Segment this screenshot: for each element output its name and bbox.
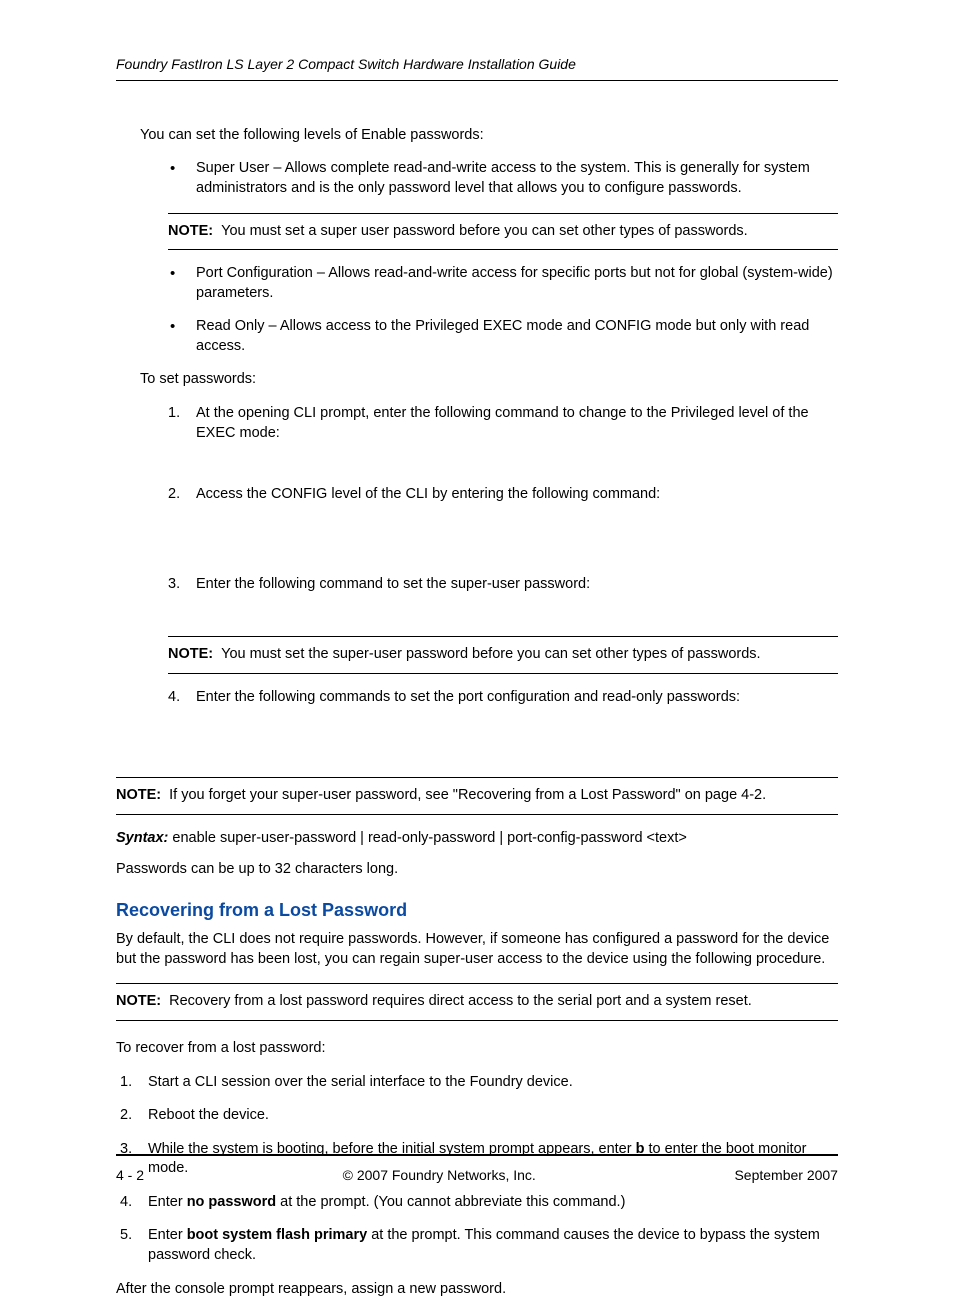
note-box: NOTE: If you forget your super-user passw… xyxy=(116,777,838,815)
to-recover-label: To recover from a lost password: xyxy=(116,1039,838,1059)
header-title: Foundry FastIron LS Layer 2 Compact Swit… xyxy=(116,56,576,72)
step-item: Start a CLI session over the serial inte… xyxy=(120,1073,838,1093)
step-item: Enter the following command to set the s… xyxy=(168,575,838,674)
list-item: Read Only – Allows access to the Privile… xyxy=(168,317,838,356)
intro-paragraph: You can set the following levels of Enab… xyxy=(140,126,838,146)
syntax-line: Syntax:enable super-user-password | read… xyxy=(116,829,838,849)
list-item: Port Configuration – Allows read-and-wri… xyxy=(168,264,838,303)
step-text: Enter xyxy=(148,1194,187,1210)
pw-length: Passwords can be up to 32 characters lon… xyxy=(116,860,838,880)
step-item: At the opening CLI prompt, enter the fol… xyxy=(168,404,838,471)
list-item: Super User – Allows complete read-and-wr… xyxy=(168,159,838,198)
section2-intro: By default, the CLI does not require pas… xyxy=(116,930,838,969)
note-label: NOTE: xyxy=(116,787,161,803)
note-box: NOTE: You must set the super-user passwor… xyxy=(168,636,838,674)
step-item: Enter the following commands to set the … xyxy=(168,688,838,764)
after-paragraph: After the console prompt reappears, assi… xyxy=(116,1280,838,1299)
running-header: Foundry FastIron LS Layer 2 Compact Swit… xyxy=(116,55,838,81)
note-label: NOTE: xyxy=(168,223,213,239)
step-item: Enter no password at the prompt. (You ca… xyxy=(120,1193,838,1213)
step-text: Access the CONFIG level of the CLI by en… xyxy=(196,486,660,502)
note-text: Recovery from a lost password requires d… xyxy=(169,993,752,1009)
to-set-label: To set passwords: xyxy=(140,370,838,390)
step-text: at the prompt. (You cannot abbreviate th… xyxy=(276,1194,625,1210)
note-text: You must set the super-user password bef… xyxy=(221,646,760,662)
step-item: Enter boot system flash primary at the p… xyxy=(120,1226,838,1265)
section-heading: Recovering from a Lost Password xyxy=(116,898,838,922)
step-text: Enter the following commands to set the … xyxy=(196,689,740,705)
step-bold: no password xyxy=(187,1194,276,1210)
note-box: NOTE: You must set a super user password … xyxy=(168,213,838,251)
note-text: If you forget your super-user password, … xyxy=(169,787,766,803)
step-text: Enter the following command to set the s… xyxy=(196,576,590,592)
footer-right: September 2007 xyxy=(734,1166,838,1185)
note-label: NOTE: xyxy=(168,646,213,662)
page-footer: 4 - 2 © 2007 Foundry Networks, Inc. Sept… xyxy=(116,1154,838,1185)
footer-center: © 2007 Foundry Networks, Inc. xyxy=(343,1166,536,1185)
step-bold: boot system flash primary xyxy=(187,1227,368,1243)
note-box: NOTE: Recovery from a lost password requi… xyxy=(116,983,838,1021)
step-text: At the opening CLI prompt, enter the fol… xyxy=(196,405,809,441)
syntax-text: enable super-user-password | read-only-p… xyxy=(172,830,686,846)
step-item: Reboot the device. xyxy=(120,1106,838,1126)
note-text: You must set a super user password befor… xyxy=(221,223,748,239)
step-text: Enter xyxy=(148,1227,187,1243)
note-label: NOTE: xyxy=(116,993,161,1009)
step-item: Access the CONFIG level of the CLI by en… xyxy=(168,485,838,561)
footer-left: 4 - 2 xyxy=(116,1166,144,1185)
syntax-label: Syntax: xyxy=(116,830,168,846)
